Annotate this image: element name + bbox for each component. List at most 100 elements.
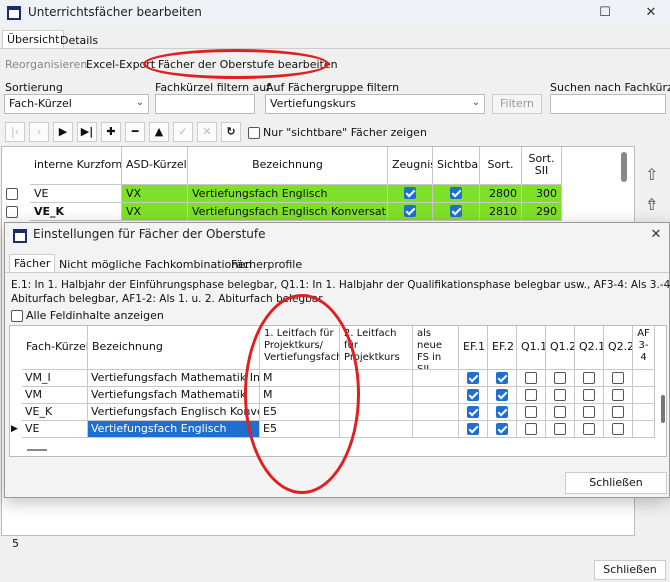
- visible-only-checkbox[interactable]: [248, 127, 260, 139]
- dcell-halbjahr[interactable]: [604, 370, 633, 387]
- halbjahr-checkbox[interactable]: [583, 406, 595, 418]
- dcell-halbjahr[interactable]: [575, 404, 604, 421]
- dcell-kuerzel[interactable]: VM_I: [22, 370, 88, 387]
- dcell-halbjahr[interactable]: [459, 421, 488, 438]
- dcol-fach-kuerzel[interactable]: Fach-Kürzel: [22, 326, 88, 370]
- dcell-leitfach-1[interactable]: E5: [260, 404, 340, 421]
- cell-bezeichnung[interactable]: Vertiefungsfach Englisch Konversation: [188, 203, 388, 221]
- dcell-halbjahr[interactable]: [546, 421, 575, 438]
- tab-details[interactable]: Details: [56, 32, 102, 49]
- dcell-leitfach-2[interactable]: [340, 404, 413, 421]
- cell-sichtbar[interactable]: [433, 185, 480, 203]
- sichtbar-checkbox[interactable]: [450, 187, 462, 199]
- halbjahr-checkbox[interactable]: [612, 372, 624, 384]
- dcell-af34[interactable]: [633, 404, 655, 421]
- add-icon[interactable]: ✚: [101, 122, 121, 142]
- dcell-halbjahr[interactable]: [517, 387, 546, 404]
- cell-sort[interactable]: 2800: [480, 185, 522, 203]
- fachkuerzel-filter-input[interactable]: [155, 94, 255, 114]
- dcell-halbjahr[interactable]: [517, 404, 546, 421]
- faechergruppe-select[interactable]: Vertiefungskurs ⌄: [265, 94, 485, 114]
- dcell-neue-fs[interactable]: [413, 404, 459, 421]
- dcell-af34[interactable]: [633, 387, 655, 404]
- dcol-q21[interactable]: Q2.1: [575, 326, 604, 370]
- dcell-halbjahr[interactable]: [459, 370, 488, 387]
- halbjahr-checkbox[interactable]: [496, 406, 508, 418]
- last-record-icon[interactable]: ▶|: [77, 122, 97, 142]
- dcell-kuerzel[interactable]: VE: [22, 421, 88, 438]
- cell-kurzform[interactable]: VE_K: [30, 203, 122, 221]
- halbjahr-checkbox[interactable]: [525, 372, 537, 384]
- zeugnis-checkbox[interactable]: [404, 205, 416, 217]
- halbjahr-checkbox[interactable]: [496, 423, 508, 435]
- dcell-halbjahr[interactable]: [575, 387, 604, 404]
- dcell-leitfach-1[interactable]: M: [260, 387, 340, 404]
- dcell-halbjahr[interactable]: [517, 370, 546, 387]
- dcell-bezeichnung[interactable]: Vertiefungsfach Englisch Konversation: [88, 404, 260, 421]
- dialog-hscroll[interactable]: [27, 449, 47, 451]
- dcell-halbjahr[interactable]: [575, 370, 604, 387]
- main-close-button[interactable]: Schließen: [594, 560, 666, 580]
- halbjahr-checkbox[interactable]: [583, 389, 595, 401]
- row-select-checkbox[interactable]: [6, 206, 18, 218]
- dcell-leitfach-2[interactable]: [340, 370, 413, 387]
- dialog-grid-scrollbar[interactable]: [661, 395, 665, 423]
- halbjahr-checkbox[interactable]: [583, 423, 595, 435]
- dcol-q22[interactable]: Q2.2: [604, 326, 633, 370]
- first-record-icon[interactable]: |‹: [5, 122, 25, 142]
- halbjahr-checkbox[interactable]: [525, 389, 537, 401]
- dcol-af34[interactable]: AF 3-4: [633, 326, 655, 370]
- dcell-kuerzel[interactable]: VM: [22, 387, 88, 404]
- col-sort[interactable]: Sort.: [480, 147, 522, 185]
- cell-bezeichnung[interactable]: Vertiefungsfach Englisch: [188, 185, 388, 203]
- dcol-ef2[interactable]: EF.2: [488, 326, 517, 370]
- halbjahr-checkbox[interactable]: [496, 389, 508, 401]
- dcell-bezeichnung[interactable]: Vertiefungsfach Mathematik: [88, 387, 260, 404]
- halbjahr-checkbox[interactable]: [467, 423, 479, 435]
- confirm-icon[interactable]: ✓: [173, 122, 193, 142]
- dcol-neue-fs[interactable]: als neue FS in SII: [413, 326, 459, 370]
- dialog-tab-faecherprofile[interactable]: Fächerprofile: [227, 256, 306, 273]
- cell-zeugnis[interactable]: [388, 203, 433, 221]
- halbjahr-checkbox[interactable]: [467, 406, 479, 418]
- col-interne-kurzform[interactable]: interne Kurzform: [30, 147, 122, 185]
- dcell-neue-fs[interactable]: [413, 387, 459, 404]
- dcell-af34[interactable]: [633, 370, 655, 387]
- halbjahr-checkbox[interactable]: [554, 423, 566, 435]
- dcell-halbjahr[interactable]: [459, 387, 488, 404]
- dialog-tab-faecher[interactable]: Fächer: [9, 254, 56, 272]
- dcell-leitfach-2[interactable]: [340, 421, 413, 438]
- halbjahr-checkbox[interactable]: [467, 372, 479, 384]
- dcell-leitfach-1[interactable]: E5: [260, 421, 340, 438]
- dcell-halbjahr[interactable]: [488, 370, 517, 387]
- filtern-button[interactable]: Filtern: [492, 94, 542, 114]
- dcell-halbjahr[interactable]: [546, 370, 575, 387]
- excel-export-button[interactable]: Excel-Export: [86, 58, 155, 71]
- halbjahr-checkbox[interactable]: [612, 389, 624, 401]
- cell-asd[interactable]: VX: [122, 185, 188, 203]
- col-sort-sii[interactable]: Sort. SII: [522, 147, 562, 185]
- dcell-halbjahr[interactable]: [604, 421, 633, 438]
- halbjahr-checkbox[interactable]: [496, 372, 508, 384]
- double-arrow-up-icon[interactable]: ⇮: [645, 195, 658, 214]
- dcol-q12[interactable]: Q1.2: [546, 326, 575, 370]
- dcell-bezeichnung[interactable]: Vertiefungsfach Mathematik Intensiv: [88, 370, 260, 387]
- halbjahr-checkbox[interactable]: [554, 372, 566, 384]
- search-input[interactable]: [550, 94, 666, 114]
- cell-zeugnis[interactable]: [388, 185, 433, 203]
- dcell-leitfach-1[interactable]: M: [260, 370, 340, 387]
- refresh-icon[interactable]: ↻: [221, 122, 241, 142]
- delete-icon[interactable]: ━: [125, 122, 145, 142]
- halbjahr-checkbox[interactable]: [525, 423, 537, 435]
- dcell-halbjahr[interactable]: [488, 404, 517, 421]
- cell-sort[interactable]: 2810: [480, 203, 522, 221]
- dcell-halbjahr[interactable]: [546, 387, 575, 404]
- dcell-halbjahr[interactable]: [488, 421, 517, 438]
- halbjahr-checkbox[interactable]: [612, 423, 624, 435]
- col-bezeichnung[interactable]: Bezeichnung: [188, 147, 388, 185]
- col-asd-kuerzel[interactable]: ASD-Kürzel: [122, 147, 188, 185]
- arrow-up-icon[interactable]: ⇧: [645, 165, 658, 184]
- cancel-icon[interactable]: ✕: [197, 122, 217, 142]
- cell-sort-sii[interactable]: 300: [522, 185, 562, 203]
- col-sichtbar[interactable]: Sichtbar: [433, 147, 480, 185]
